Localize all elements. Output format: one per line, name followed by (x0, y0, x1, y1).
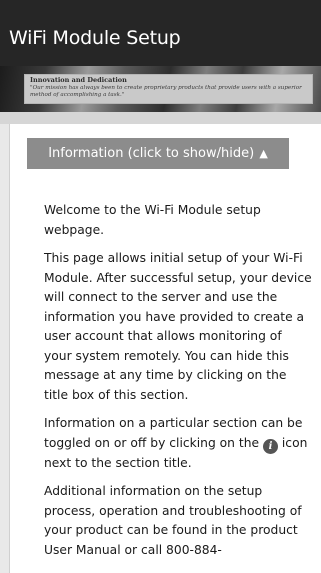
welcome-paragraph: Welcome to the Wi-Fi Module setup webpag… (44, 203, 261, 237)
information-toggle-button[interactable]: Information (click to show/hide) ▲ (27, 138, 289, 169)
page-title: WiFi Module Setup (9, 27, 181, 49)
information-toggle-label: Information (click to show/hide) (48, 146, 255, 161)
header-divider (0, 112, 321, 124)
information-content: Welcome to the Wi-Fi Module setup webpag… (44, 201, 312, 569)
intro-paragraph: This page allows initial setup of your W… (44, 251, 312, 402)
page-header: WiFi Module Setup (0, 0, 321, 66)
mission-banner: Innovation and Dedication "Our mission h… (0, 66, 321, 112)
banner-mission-statement: "Our mission has always been to create p… (30, 85, 302, 98)
additional-info-paragraph: Additional information on the setup proc… (44, 484, 302, 557)
info-icon[interactable]: i (262, 438, 278, 454)
banner-tagline: Innovation and Dedication (30, 76, 127, 84)
toggle-help-paragraph: Information on a particular section can … (44, 414, 312, 473)
collapse-arrow-icon: ▲ (259, 147, 268, 160)
